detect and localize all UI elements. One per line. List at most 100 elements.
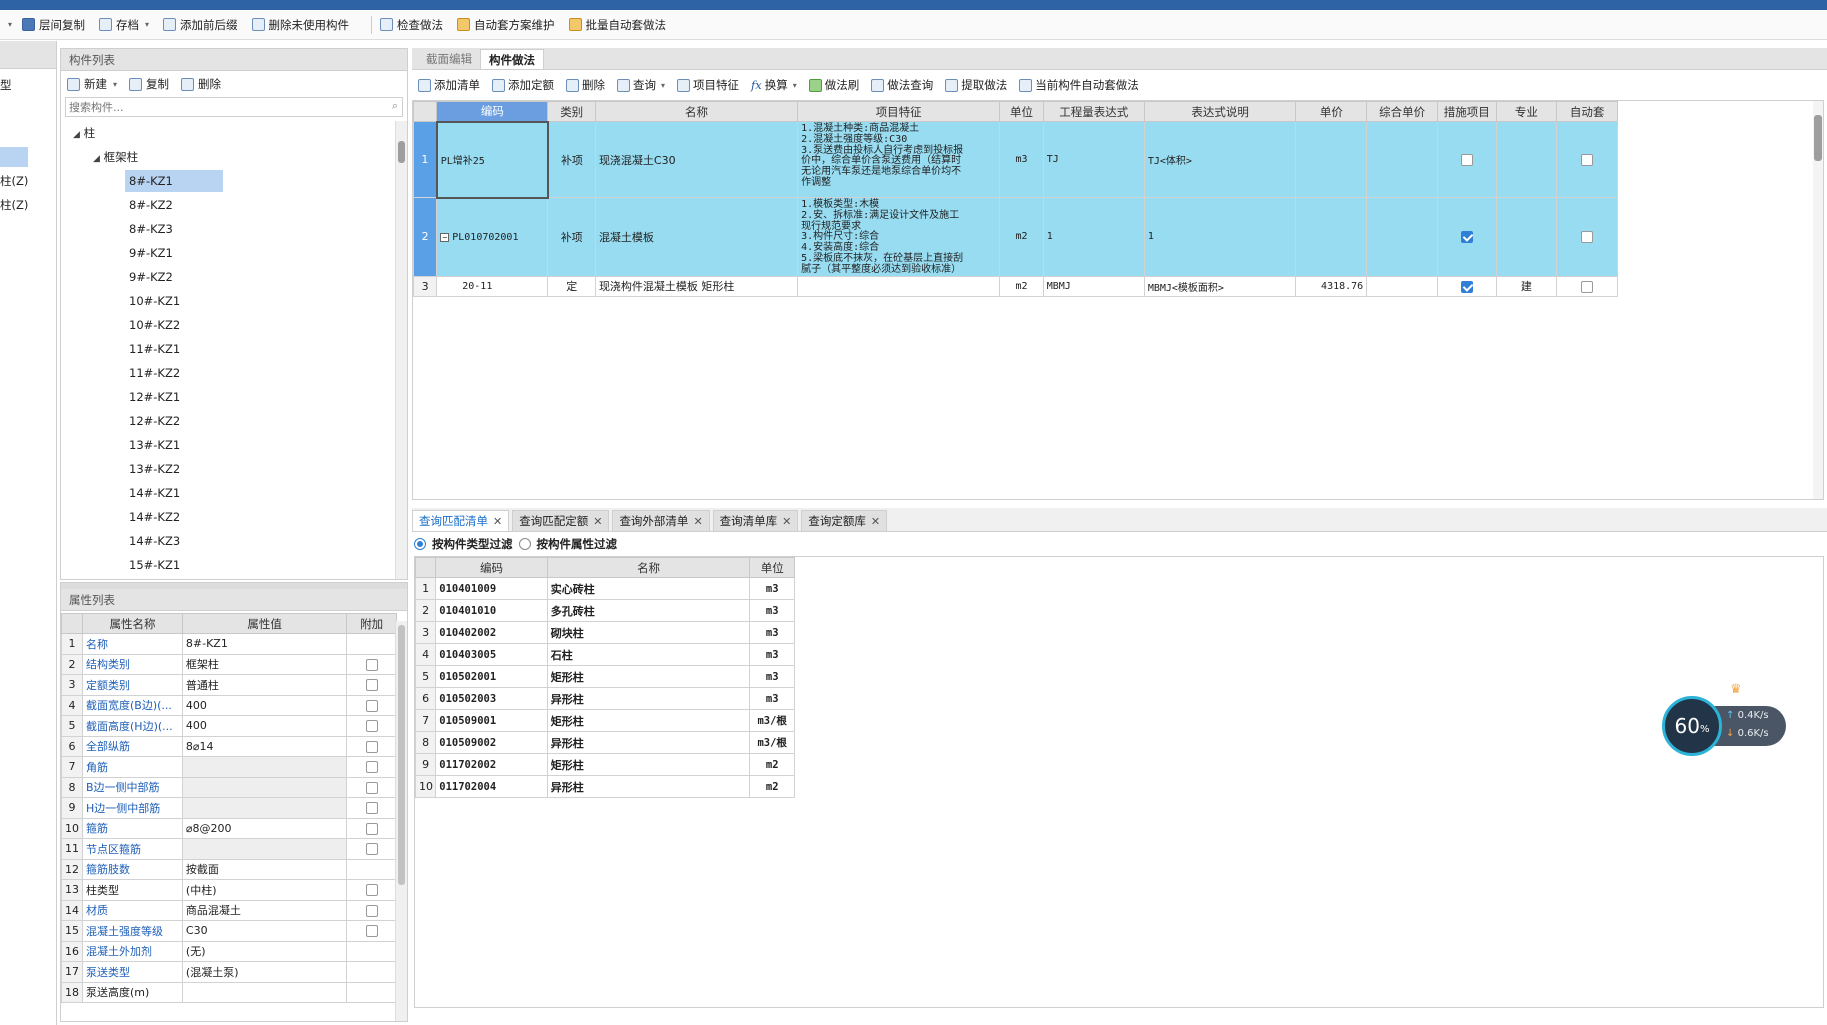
extra-checkbox[interactable] — [365, 802, 378, 815]
q-code-cell[interactable]: 010401009 — [435, 577, 548, 600]
q-code-cell[interactable]: 010403005 — [435, 643, 548, 666]
tree-item[interactable]: 11#-KZ1 — [61, 337, 391, 361]
q-unit-cell[interactable]: m3 — [749, 621, 795, 644]
col-name[interactable]: 名称 — [594, 101, 799, 122]
query-button[interactable]: 查询 ▾ — [617, 77, 665, 93]
query-row[interactable]: 9 011702002 矩形柱 m2 — [414, 753, 795, 776]
q-unit-cell[interactable]: m2 — [749, 775, 795, 798]
property-row[interactable]: 9 H边一侧中部筋 — [61, 797, 397, 819]
delete-button[interactable]: 删除 — [181, 76, 221, 92]
property-value[interactable]: 按截面 — [181, 858, 348, 880]
desc-cell[interactable]: 1 — [1143, 197, 1297, 277]
cprice-cell[interactable] — [1366, 121, 1438, 198]
q-code-cell[interactable]: 010402002 — [435, 621, 548, 644]
tree-item[interactable]: 9#-KZ2 — [61, 265, 391, 289]
type-cell[interactable]: 定 — [547, 275, 596, 297]
q-name-cell[interactable]: 矩形柱 — [546, 665, 751, 688]
query-external-tab[interactable]: 查询外部清单 ✕ — [612, 510, 710, 531]
extra-checkbox[interactable] — [365, 904, 378, 917]
expr-cell[interactable]: TJ — [1042, 121, 1145, 198]
property-value[interactable]: C30 — [181, 920, 348, 942]
copy-button[interactable]: 复制 — [129, 76, 169, 92]
col-q-unit[interactable]: 单位 — [749, 557, 795, 578]
col-q-name[interactable]: 名称 — [546, 557, 751, 578]
filter-type-label[interactable]: 按构件类型过滤 — [432, 536, 513, 552]
q-code-cell[interactable]: 010509002 — [435, 731, 548, 754]
major-cell[interactable] — [1495, 197, 1558, 277]
extra-checkbox[interactable] — [365, 761, 378, 774]
delete-unused-button[interactable]: 删除未使用构件 — [251, 17, 349, 33]
col-auto[interactable]: 自动套 — [1556, 101, 1618, 122]
method-row[interactable]: 3 20-11 定现浇构件混凝土模板 矩形柱 m2 MBMJ MBMJ<模板面积> 4318… — [413, 275, 1618, 297]
save-button[interactable]: 存档 ▾ — [99, 17, 149, 33]
feature-cell[interactable]: 1.混凝土种类:商品混凝土 2.混凝土强度等级:C30 3.泵送费由投标人自行考虑到… — [797, 121, 1001, 198]
convert-button[interactable]: fx 换算 ▾ — [751, 77, 797, 93]
expr-cell[interactable]: 1 — [1042, 197, 1145, 277]
extra-checkbox[interactable] — [365, 884, 378, 897]
major-cell[interactable] — [1495, 121, 1558, 198]
q-code-cell[interactable]: 010502001 — [435, 665, 548, 688]
scroll-thumb[interactable] — [398, 141, 405, 163]
col-type[interactable]: 类别 — [547, 101, 596, 122]
method-brush-button[interactable]: 做法刷 — [808, 77, 859, 93]
q-name-cell[interactable]: 异形柱 — [546, 775, 751, 798]
close-icon[interactable]: ✕ — [871, 515, 880, 528]
property-value[interactable] — [181, 838, 348, 860]
method-row[interactable]: 2− PL010702001 补项 混凝土模板 1.模板类型:木模 2.安、拆标准:满足设… — [413, 197, 1618, 277]
extract-method-button[interactable]: 提取做法 — [945, 77, 1007, 93]
tree-item[interactable]: 11#-KZ2 — [61, 361, 391, 385]
tree-item[interactable]: 15#-KZ1 — [61, 553, 391, 577]
col-cprice[interactable]: 综合单价 — [1366, 101, 1438, 122]
q-code-cell[interactable]: 011702004 — [435, 775, 548, 798]
property-row[interactable]: 11 节点区箍筋 — [61, 838, 397, 860]
extra-checkbox[interactable] — [365, 658, 378, 671]
name-cell[interactable]: 现浇混凝土C30 — [594, 121, 799, 198]
auto-checkbox[interactable] — [1581, 280, 1594, 293]
property-scrollbar[interactable] — [395, 621, 407, 1021]
q-unit-cell[interactable]: m3 — [749, 577, 795, 600]
feature-cell[interactable] — [797, 275, 1001, 297]
network-speed-widget[interactable]: 60% ↑ 0.4K/s ↓ 0.6K/s ♛ — [1662, 682, 1786, 756]
col-measure[interactable]: 措施项目 — [1436, 101, 1497, 122]
q-code-cell[interactable]: 010502003 — [435, 687, 548, 710]
property-value[interactable]: 8⌀14 — [181, 735, 348, 757]
tree-item[interactable]: 10#-KZ1 — [61, 289, 391, 313]
property-value[interactable]: (混凝土泵) — [181, 961, 348, 983]
tree-item[interactable]: 9#-KZ1 — [61, 241, 391, 265]
query-row[interactable]: 1 010401009 实心砖柱 m3 — [414, 577, 795, 600]
q-unit-cell[interactable]: m2 — [749, 753, 795, 776]
method-query-button[interactable]: 做法查询 — [871, 77, 933, 93]
q-name-cell[interactable]: 矩形柱 — [546, 753, 751, 776]
property-value[interactable] — [181, 797, 348, 819]
new-button[interactable]: 新建 ▾ — [67, 76, 117, 92]
tree-item[interactable]: 8#-KZ1 — [61, 169, 391, 193]
unit-cell[interactable]: m2 — [999, 275, 1044, 297]
col-expr[interactable]: 工程量表达式 — [1042, 101, 1145, 122]
tree-item[interactable]: 14#-KZ1 — [61, 481, 391, 505]
query-bill-tab[interactable]: 查询匹配清单 ✕ — [412, 510, 510, 531]
auto-scheme-button[interactable]: 自动套方案维护 — [457, 17, 555, 33]
property-row[interactable]: 4 截面宽度(B边)(... 400 — [61, 694, 397, 716]
property-row[interactable]: 3 定额类别 普通柱 — [61, 674, 397, 696]
property-row[interactable]: 7 角筋 — [61, 756, 397, 778]
property-row[interactable]: 2 结构类别 框架柱 — [61, 653, 397, 675]
col-feature[interactable]: 项目特征 — [797, 101, 1001, 122]
property-row[interactable]: 1 名称 8#-KZ1 — [61, 633, 397, 655]
extra-checkbox[interactable] — [365, 822, 378, 835]
q-name-cell[interactable]: 异形柱 — [546, 687, 751, 710]
scroll-thumb[interactable] — [1814, 115, 1822, 161]
price-cell[interactable]: 4318.76 — [1295, 275, 1368, 297]
q-name-cell[interactable]: 异形柱 — [546, 731, 751, 754]
tree-item[interactable]: 14#-KZ2 — [61, 505, 391, 529]
auto-checkbox[interactable] — [1581, 154, 1594, 166]
property-value[interactable] — [181, 776, 348, 798]
query-row[interactable]: 3 010402002 砌块柱 m3 — [414, 621, 795, 644]
query-bill-lib-tab[interactable]: 查询清单库 ✕ — [712, 510, 799, 531]
q-unit-cell[interactable]: m3/根 — [749, 709, 795, 732]
desc-cell[interactable]: TJ<体积> — [1143, 121, 1297, 198]
unit-cell[interactable]: m2 — [999, 197, 1044, 277]
code-cell[interactable]: − PL010702001 — [436, 197, 549, 277]
measure-checkbox[interactable] — [1460, 280, 1473, 293]
tree-item[interactable]: 13#-KZ1 — [61, 433, 391, 457]
unit-cell[interactable]: m3 — [999, 121, 1044, 198]
